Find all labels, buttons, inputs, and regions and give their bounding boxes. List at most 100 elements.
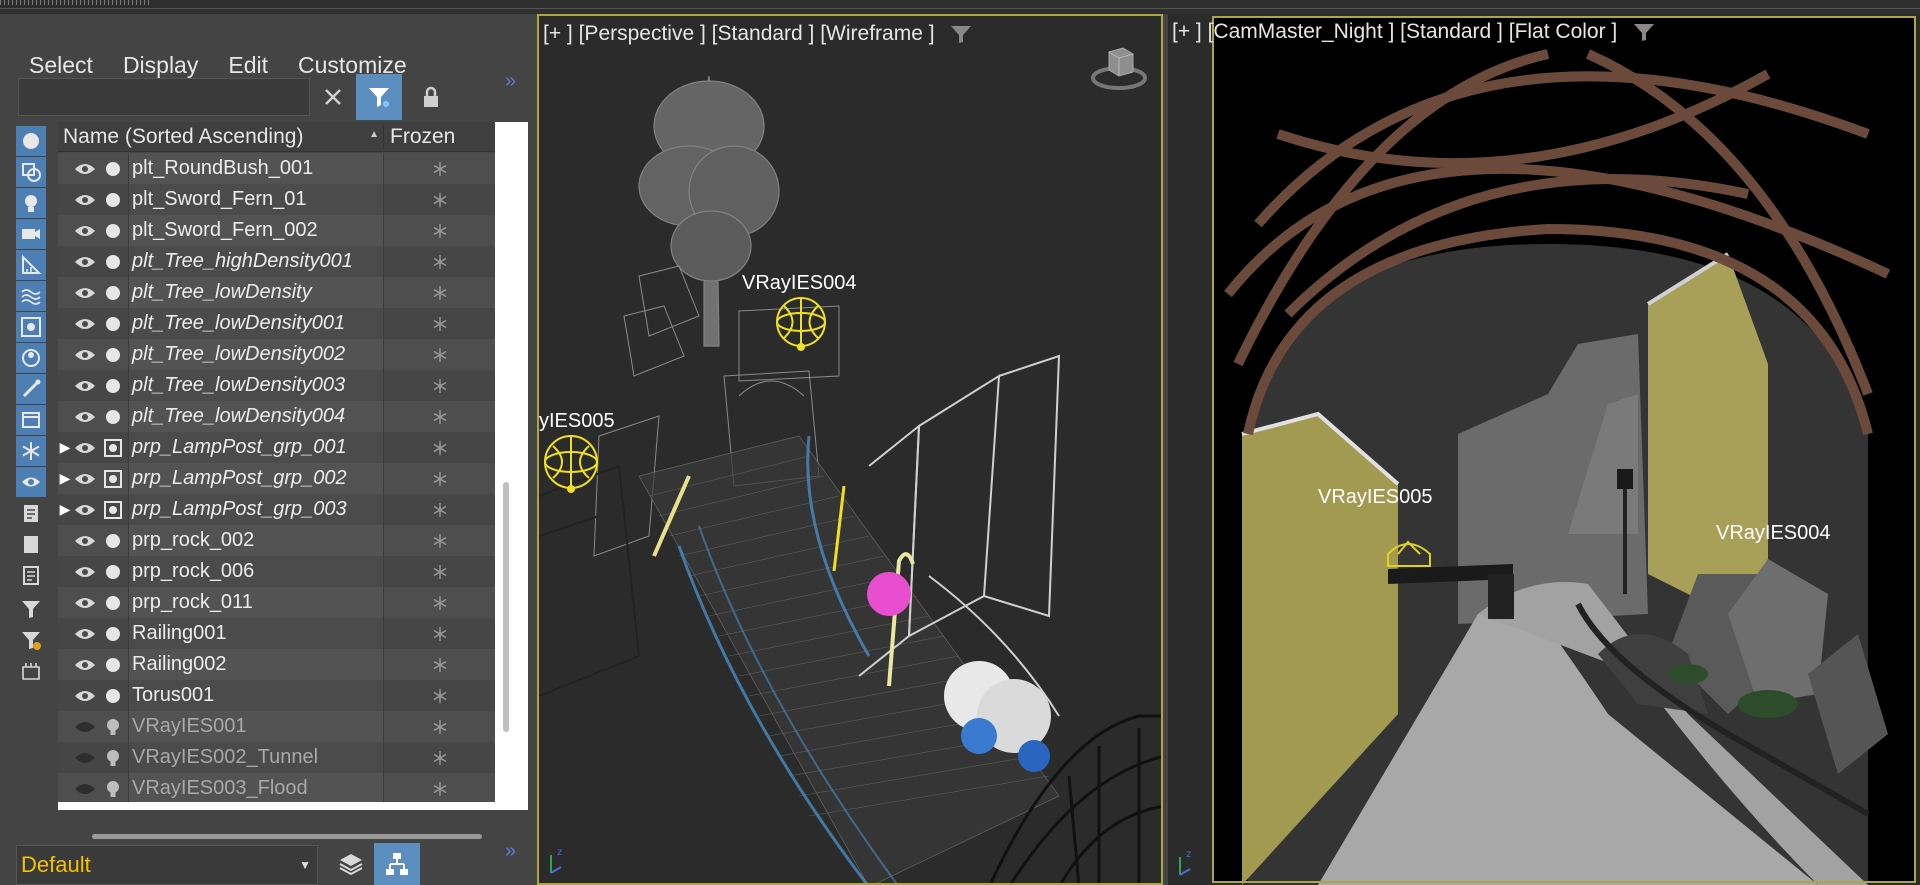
eye-icon[interactable] (72, 627, 98, 641)
eye-icon[interactable] (72, 286, 98, 300)
list-item[interactable]: prp_rock_006 (58, 556, 495, 587)
freeze-toggle-icon[interactable] (383, 308, 495, 339)
list-item[interactable]: plt_Tree_lowDensity003 (58, 370, 495, 401)
eye-icon[interactable] (72, 689, 98, 703)
freeze-toggle-icon[interactable] (383, 215, 495, 246)
object-name[interactable]: plt_Sword_Fern_002 (128, 215, 383, 246)
eye-icon[interactable] (72, 410, 98, 424)
eye-icon[interactable] (72, 658, 98, 672)
filter-toggle-button[interactable] (356, 74, 402, 120)
layer-dropdown[interactable]: Default ▼ (16, 845, 318, 885)
eye-icon[interactable] (72, 472, 98, 486)
object-name[interactable]: plt_RoundBush_001 (128, 153, 383, 184)
list-item[interactable]: prp_rock_011 (58, 587, 495, 618)
expand-arrow-icon[interactable]: ▶ (58, 432, 72, 463)
viewport-filter-icon[interactable] (1633, 22, 1655, 42)
eye-icon[interactable] (72, 565, 98, 579)
list-item[interactable]: ▶ prp_LampPost_grp_001 (58, 432, 495, 463)
eye-hidden-icon[interactable] (72, 720, 98, 734)
freeze-toggle-icon[interactable] (383, 432, 495, 463)
freeze-toggle-icon[interactable] (383, 618, 495, 649)
horizontal-scrollbar[interactable] (92, 834, 482, 839)
freeze-toggle-icon[interactable] (383, 401, 495, 432)
eye-icon[interactable] (72, 224, 98, 238)
freeze-toggle-icon[interactable] (383, 587, 495, 618)
object-name[interactable]: Torus001 (128, 680, 383, 711)
lights-filter-icon[interactable] (16, 188, 46, 218)
freeze-toggle-icon[interactable] (383, 370, 495, 401)
eye-icon[interactable] (72, 503, 98, 517)
spacewarps-filter-icon[interactable] (16, 281, 46, 311)
list-item[interactable]: ▶ prp_LampPost_grp_003 (58, 494, 495, 525)
freeze-toggle-icon[interactable] (383, 525, 495, 556)
freeze-toggle-icon[interactable] (383, 773, 495, 802)
eye-icon[interactable] (72, 534, 98, 548)
groups-filter-icon[interactable] (16, 312, 46, 342)
list-item[interactable]: plt_Tree_lowDensity002 (58, 339, 495, 370)
object-name[interactable]: plt_Tree_lowDensity (128, 277, 383, 308)
lock-button[interactable] (408, 74, 454, 120)
viewport-label-perspective[interactable]: [+ ] [Perspective ] [Standard ] [Wirefra… (543, 22, 972, 46)
expand-arrow-icon[interactable]: ▶ (58, 494, 72, 525)
object-name[interactable]: plt_Tree_lowDensity003 (128, 370, 383, 401)
filter-icon[interactable] (16, 594, 46, 624)
list-item[interactable]: plt_Tree_lowDensity001 (58, 308, 495, 339)
eye-icon[interactable] (72, 441, 98, 455)
freeze-toggle-icon[interactable] (383, 649, 495, 680)
freeze-toggle-icon[interactable] (383, 680, 495, 711)
viewport-filter-icon[interactable] (950, 24, 972, 44)
eye-icon[interactable] (72, 193, 98, 207)
list-item[interactable]: plt_Sword_Fern_002 (58, 215, 495, 246)
eye-icon[interactable] (72, 348, 98, 362)
object-name[interactable]: plt_Tree_lowDensity002 (128, 339, 383, 370)
list-item[interactable]: prp_rock_002 (58, 525, 495, 556)
search-input[interactable] (18, 78, 310, 116)
freeze-toggle-icon[interactable] (383, 339, 495, 370)
object-name[interactable]: plt_Tree_highDensity001 (128, 246, 383, 277)
freeze-toggle-icon[interactable] (383, 277, 495, 308)
frozen-filter-icon[interactable] (16, 436, 46, 466)
eye-hidden-icon[interactable] (72, 751, 98, 765)
eye-icon[interactable] (72, 317, 98, 331)
object-name[interactable]: plt_Tree_lowDensity004 (128, 401, 383, 432)
freeze-toggle-icon[interactable] (383, 463, 495, 494)
object-name[interactable]: plt_Sword_Fern_01 (128, 184, 383, 215)
list-all-icon[interactable] (16, 498, 46, 528)
freeze-toggle-icon[interactable] (383, 711, 495, 742)
viewport-camera[interactable]: [+ ] [CamMaster_Night ] [Standard ] [Fla… (1168, 14, 1920, 885)
drag-grip[interactable] (0, 0, 150, 5)
object-name[interactable]: prp_rock_011 (128, 587, 383, 618)
object-name[interactable]: Railing001 (128, 618, 383, 649)
hidden-filter-icon[interactable] (16, 467, 46, 497)
list-item[interactable]: Railing001 (58, 618, 495, 649)
hierarchy-button[interactable] (374, 843, 420, 885)
list-item[interactable]: plt_RoundBush_001 (58, 153, 495, 184)
column-header-frozen[interactable]: Frozen (383, 124, 455, 149)
freeze-toggle-icon[interactable] (383, 742, 495, 773)
list-item[interactable]: plt_Tree_lowDensity004 (58, 401, 495, 432)
freeze-toggle-icon[interactable] (383, 153, 495, 184)
list-none-icon[interactable] (16, 529, 46, 559)
expand-toolbar-icon[interactable]: » (505, 70, 516, 93)
list-item[interactable]: VRayIES002_Tunnel (58, 742, 495, 773)
list-item[interactable]: plt_Tree_highDensity001 (58, 246, 495, 277)
expand-arrow-icon[interactable]: ▶ (58, 463, 72, 494)
list-item[interactable]: plt_Tree_lowDensity (58, 277, 495, 308)
vertical-scrollbar[interactable] (503, 482, 509, 732)
list-item[interactable]: plt_Sword_Fern_01 (58, 184, 495, 215)
list-item[interactable]: VRayIES003_Flood (58, 773, 495, 802)
object-name[interactable]: VRayIES003_Flood (128, 773, 383, 802)
object-name[interactable]: prp_rock_006 (128, 556, 383, 587)
object-name[interactable]: prp_LampPost_grp_003 (128, 494, 383, 525)
cameras-filter-icon[interactable] (16, 219, 46, 249)
freeze-toggle-icon[interactable] (383, 246, 495, 277)
eye-icon[interactable] (72, 162, 98, 176)
freeze-toggle-icon[interactable] (383, 494, 495, 525)
menu-edit[interactable]: Edit (213, 52, 283, 79)
list-item[interactable]: VRayIES001 (58, 711, 495, 742)
menu-select[interactable]: Select (14, 52, 108, 79)
filter-settings-icon[interactable] (16, 625, 46, 655)
xrefs-filter-icon[interactable] (16, 343, 46, 373)
object-name[interactable]: plt_Tree_lowDensity001 (128, 308, 383, 339)
bones-filter-icon[interactable] (16, 374, 46, 404)
